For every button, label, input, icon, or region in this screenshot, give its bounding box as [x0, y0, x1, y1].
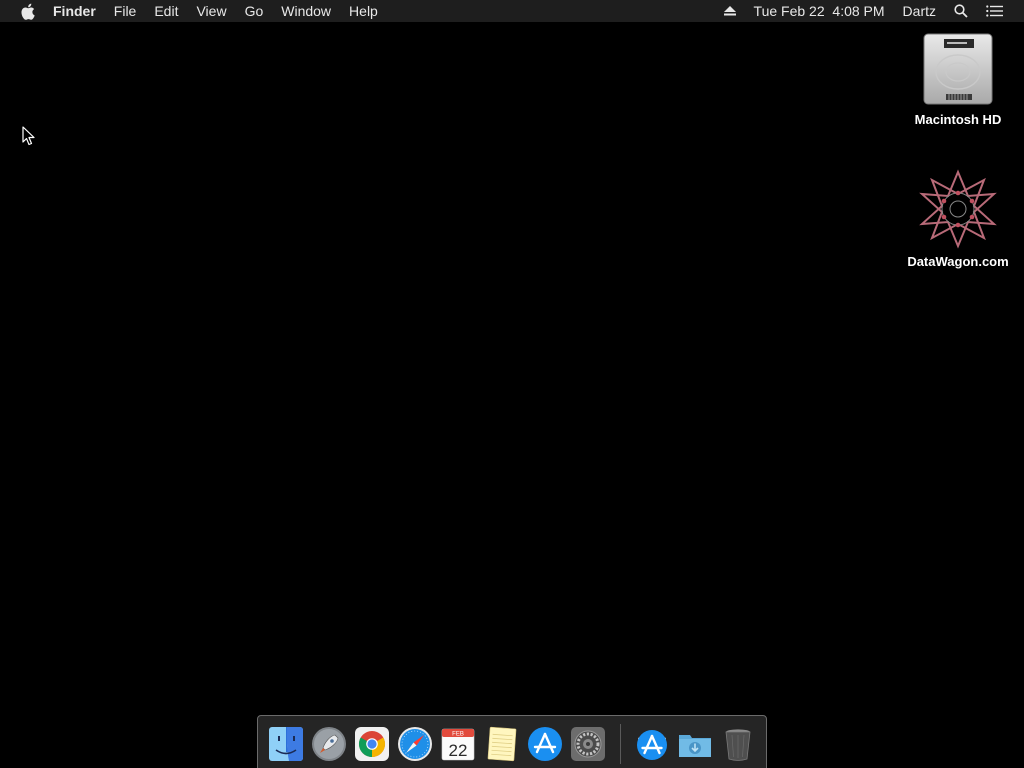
- calendar-month: FEB: [453, 732, 465, 738]
- trash-icon: [726, 729, 751, 761]
- desktop-icon-label: DataWagon.com: [907, 254, 1009, 269]
- dock-trash[interactable]: [720, 725, 757, 763]
- system-preferences-icon: [570, 727, 605, 761]
- safari-icon: [398, 727, 433, 761]
- dock-app-safari[interactable]: [397, 725, 434, 763]
- menu-view[interactable]: View: [187, 0, 235, 22]
- dock-app-chrome[interactable]: [353, 725, 390, 763]
- launchpad-icon: [311, 727, 346, 761]
- desktop-icon-label: Macintosh HD: [914, 112, 1002, 127]
- applications-stack-icon: [637, 730, 668, 760]
- desktop-icon-macintosh-hd[interactable]: Macintosh HD: [898, 30, 1018, 127]
- menu-edit[interactable]: Edit: [145, 0, 187, 22]
- chrome-icon: [354, 727, 389, 761]
- menu-help[interactable]: Help: [340, 0, 387, 22]
- dock-divider: [619, 724, 621, 764]
- menu-file[interactable]: File: [105, 0, 146, 22]
- network-volume-icon: [898, 168, 1018, 250]
- downloads-folder-icon: [679, 735, 712, 757]
- mouse-cursor-icon: [22, 126, 36, 146]
- dock-app-launchpad[interactable]: [310, 725, 347, 763]
- finder-icon: [268, 727, 303, 761]
- menu-go[interactable]: Go: [236, 0, 273, 22]
- menu-bar: Finder File Edit View Go Window Help Tue…: [0, 0, 1024, 22]
- hard-drive-icon: [898, 30, 1018, 108]
- desktop-icon-datawagon[interactable]: DataWagon.com: [898, 168, 1018, 269]
- menu-user[interactable]: Dartz: [894, 0, 945, 22]
- dock-app-calendar[interactable]: FEB 22: [440, 725, 477, 763]
- notes-icon: [487, 726, 516, 762]
- dock-stack-downloads[interactable]: [677, 725, 714, 763]
- spotlight-search-icon[interactable]: [945, 0, 977, 22]
- notification-center-icon[interactable]: [977, 0, 1012, 22]
- menu-clock[interactable]: Tue Feb 22 4:08 PM: [745, 0, 894, 22]
- menu-app-name[interactable]: Finder: [44, 0, 105, 22]
- apple-logo-icon[interactable]: [18, 2, 36, 20]
- dock-app-app-store[interactable]: [526, 725, 563, 763]
- menu-window[interactable]: Window: [272, 0, 340, 22]
- dock: FEB 22: [257, 715, 767, 768]
- dock-app-finder[interactable]: [267, 725, 304, 763]
- desktop[interactable]: Finder File Edit View Go Window Help Tue…: [0, 0, 1024, 768]
- dock-app-system-preferences[interactable]: [569, 725, 606, 763]
- dock-stack-applications[interactable]: [633, 725, 670, 763]
- calendar-day: 22: [449, 741, 468, 760]
- app-store-icon: [527, 727, 562, 761]
- eject-icon[interactable]: [715, 0, 745, 22]
- dock-app-notes[interactable]: [483, 725, 520, 763]
